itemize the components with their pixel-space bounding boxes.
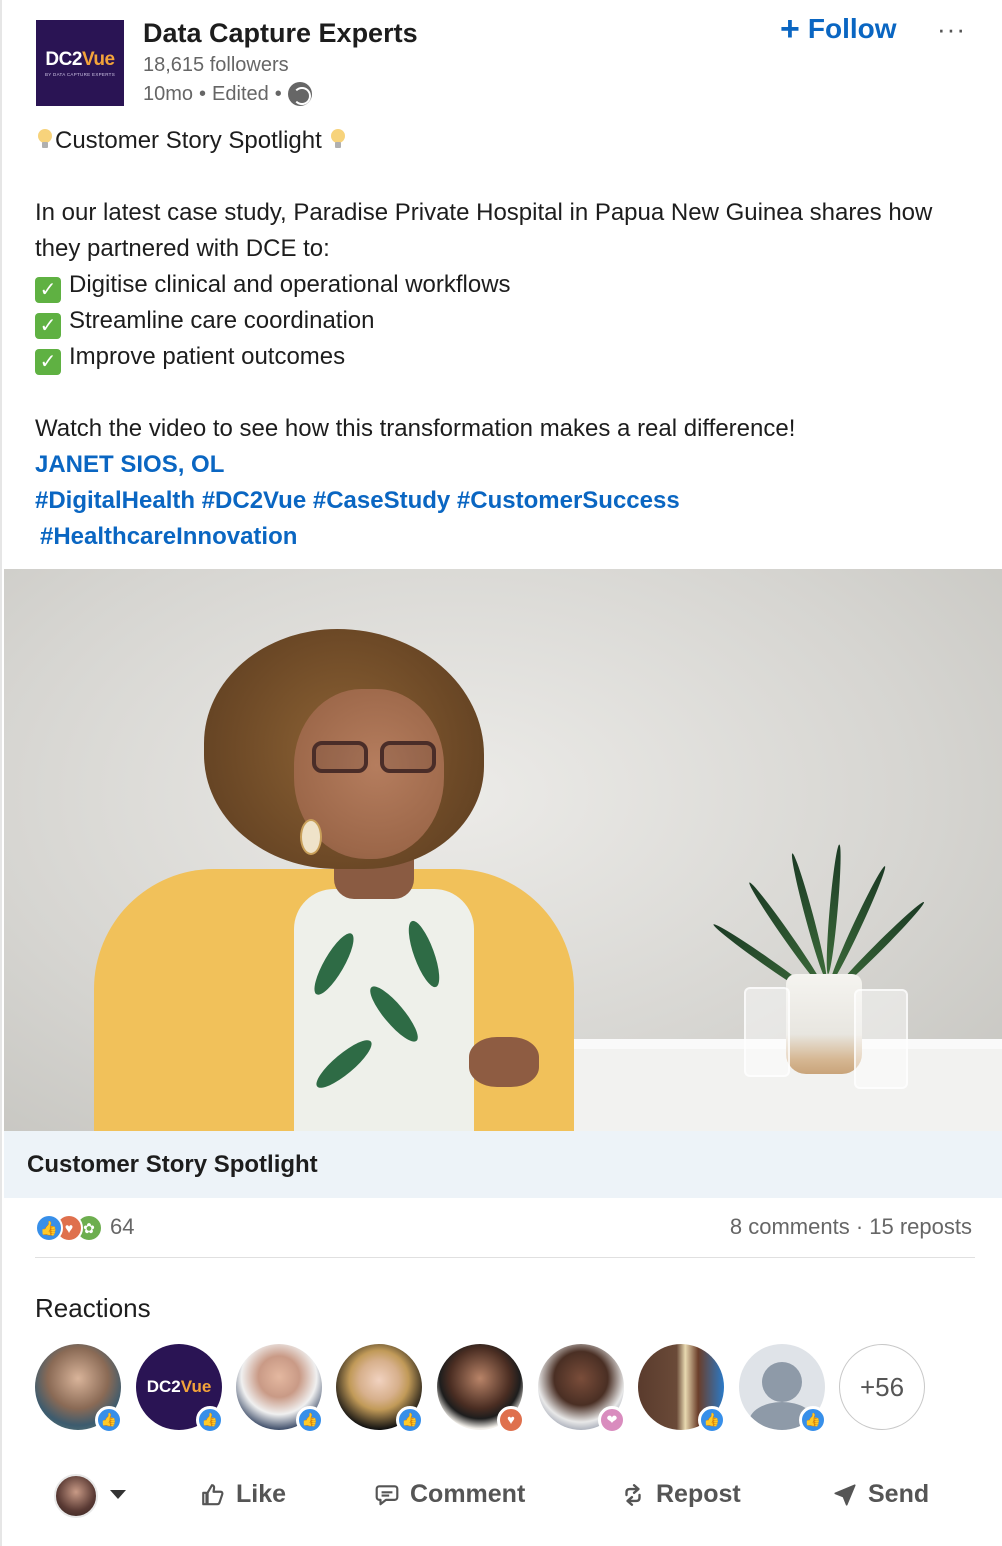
meta-separator: • — [274, 82, 282, 105]
current-user-avatar[interactable] — [54, 1474, 98, 1518]
like-badge-icon: 👍 — [296, 1406, 324, 1434]
post-headline: Customer Story Spotlight — [35, 123, 965, 159]
plant-pot — [786, 974, 862, 1074]
globe-icon — [287, 82, 312, 106]
bullet-item: ✓ Digitise clinical and operational workf… — [35, 267, 965, 303]
logo-subtext: BY DATA CAPTURE EXPERTS — [44, 72, 116, 77]
water-glass — [854, 989, 908, 1089]
plus-icon: + — [780, 10, 800, 48]
like-button[interactable]: Like — [200, 1480, 286, 1509]
send-button[interactable]: Send — [832, 1480, 929, 1509]
reactor-avatar[interactable]: 👍 — [35, 1344, 123, 1434]
checkmark-icon: ✓ — [35, 277, 61, 303]
like-badge-icon: 👍 — [196, 1406, 224, 1434]
reactor-avatar[interactable]: ❤ — [538, 1344, 626, 1434]
follower-count: 18,615 followers — [143, 54, 289, 76]
reactor-avatar[interactable]: 👍 — [638, 1344, 726, 1434]
like-badge-icon: 👍 — [95, 1406, 123, 1434]
edited-label: Edited — [212, 82, 269, 105]
thumbs-up-icon — [202, 1483, 224, 1505]
more-options-button[interactable]: ··· — [937, 14, 966, 45]
divider — [35, 1257, 975, 1258]
checkmark-icon: ✓ — [35, 313, 61, 339]
more-reactors-button[interactable]: +56 — [839, 1344, 925, 1430]
send-label: Send — [868, 1480, 930, 1508]
water-glass — [744, 987, 790, 1077]
repost-icon — [625, 1483, 641, 1506]
reaction-icons[interactable]: ✿ ♥ 👍 — [35, 1214, 107, 1242]
chevron-down-icon[interactable] — [110, 1490, 126, 1499]
checkmark-icon: ✓ — [35, 349, 61, 375]
care-badge-icon: ❤ — [598, 1406, 626, 1434]
comment-button[interactable]: Comment — [374, 1480, 525, 1509]
post-age: 10mo — [143, 82, 194, 105]
logo-text-accent: Vue — [81, 49, 115, 70]
hashtags[interactable]: #DigitalHealth #DC2Vue #CaseStudy #Custo… — [35, 483, 965, 519]
media-caption-bar[interactable]: Customer Story Spotlight — [4, 1131, 1002, 1198]
reactor-avatar[interactable]: 👍 — [739, 1344, 827, 1434]
comment-label: Comment — [410, 1480, 526, 1508]
reaction-count[interactable]: 64 — [110, 1214, 134, 1240]
lightbulb-icon — [328, 129, 348, 151]
headline-text: Customer Story Spotlight — [55, 127, 322, 154]
post-card: DC2Vue BY DATA CAPTURE EXPERTS Data Capt… — [0, 0, 1002, 1546]
reactions-heading: Reactions — [35, 1293, 151, 1323]
like-badge-icon: 👍 — [396, 1406, 424, 1434]
logo-text-main: DC2 — [45, 49, 82, 70]
lightbulb-icon — [35, 129, 55, 151]
mention-link[interactable]: JANET SIOS, OL — [35, 447, 965, 483]
repost-button[interactable]: Repost — [620, 1480, 741, 1509]
reactor-avatar[interactable]: 👍 — [336, 1344, 424, 1434]
comments-reposts-count[interactable]: 8 comments · 15 reposts — [730, 1214, 972, 1240]
like-reaction-icon: 👍 — [35, 1214, 63, 1242]
post-cta: Watch the video to see how this transfor… — [35, 415, 796, 442]
heart-badge-icon: ♥ — [497, 1406, 525, 1434]
like-badge-icon: 👍 — [698, 1406, 726, 1434]
reactor-avatar[interactable]: ♥ — [437, 1344, 525, 1434]
comment-icon — [375, 1484, 399, 1505]
follow-label: Follow — [807, 13, 897, 44]
like-label: Like — [236, 1480, 287, 1508]
hashtag-link[interactable]: #HealthcareInnovation — [40, 519, 970, 555]
company-name[interactable]: Data Capture Experts — [143, 18, 418, 49]
meta-separator: • — [199, 82, 207, 105]
like-badge-icon: 👍 — [799, 1406, 827, 1434]
follow-button[interactable]: + Follow — [780, 12, 897, 46]
bullet-item: ✓ Improve patient outcomes — [35, 339, 965, 375]
bullet-item: ✓ Streamline care coordination — [35, 303, 965, 339]
repost-label: Repost — [656, 1480, 741, 1508]
send-icon — [834, 1483, 856, 1506]
action-bar: Like Comment Repost Send — [2, 1468, 1002, 1524]
post-meta: 10mo • Edited • — [143, 82, 312, 106]
reactor-avatar[interactable]: 👍 — [236, 1344, 324, 1434]
post-intro: In our latest case study, Paradise Priva… — [35, 199, 933, 262]
company-logo[interactable]: DC2Vue BY DATA CAPTURE EXPERTS — [36, 20, 124, 106]
video-thumbnail[interactable] — [4, 569, 1002, 1131]
media-caption: Customer Story Spotlight — [27, 1151, 318, 1178]
reactor-avatar[interactable]: DC2 Vue 👍 — [136, 1344, 224, 1434]
